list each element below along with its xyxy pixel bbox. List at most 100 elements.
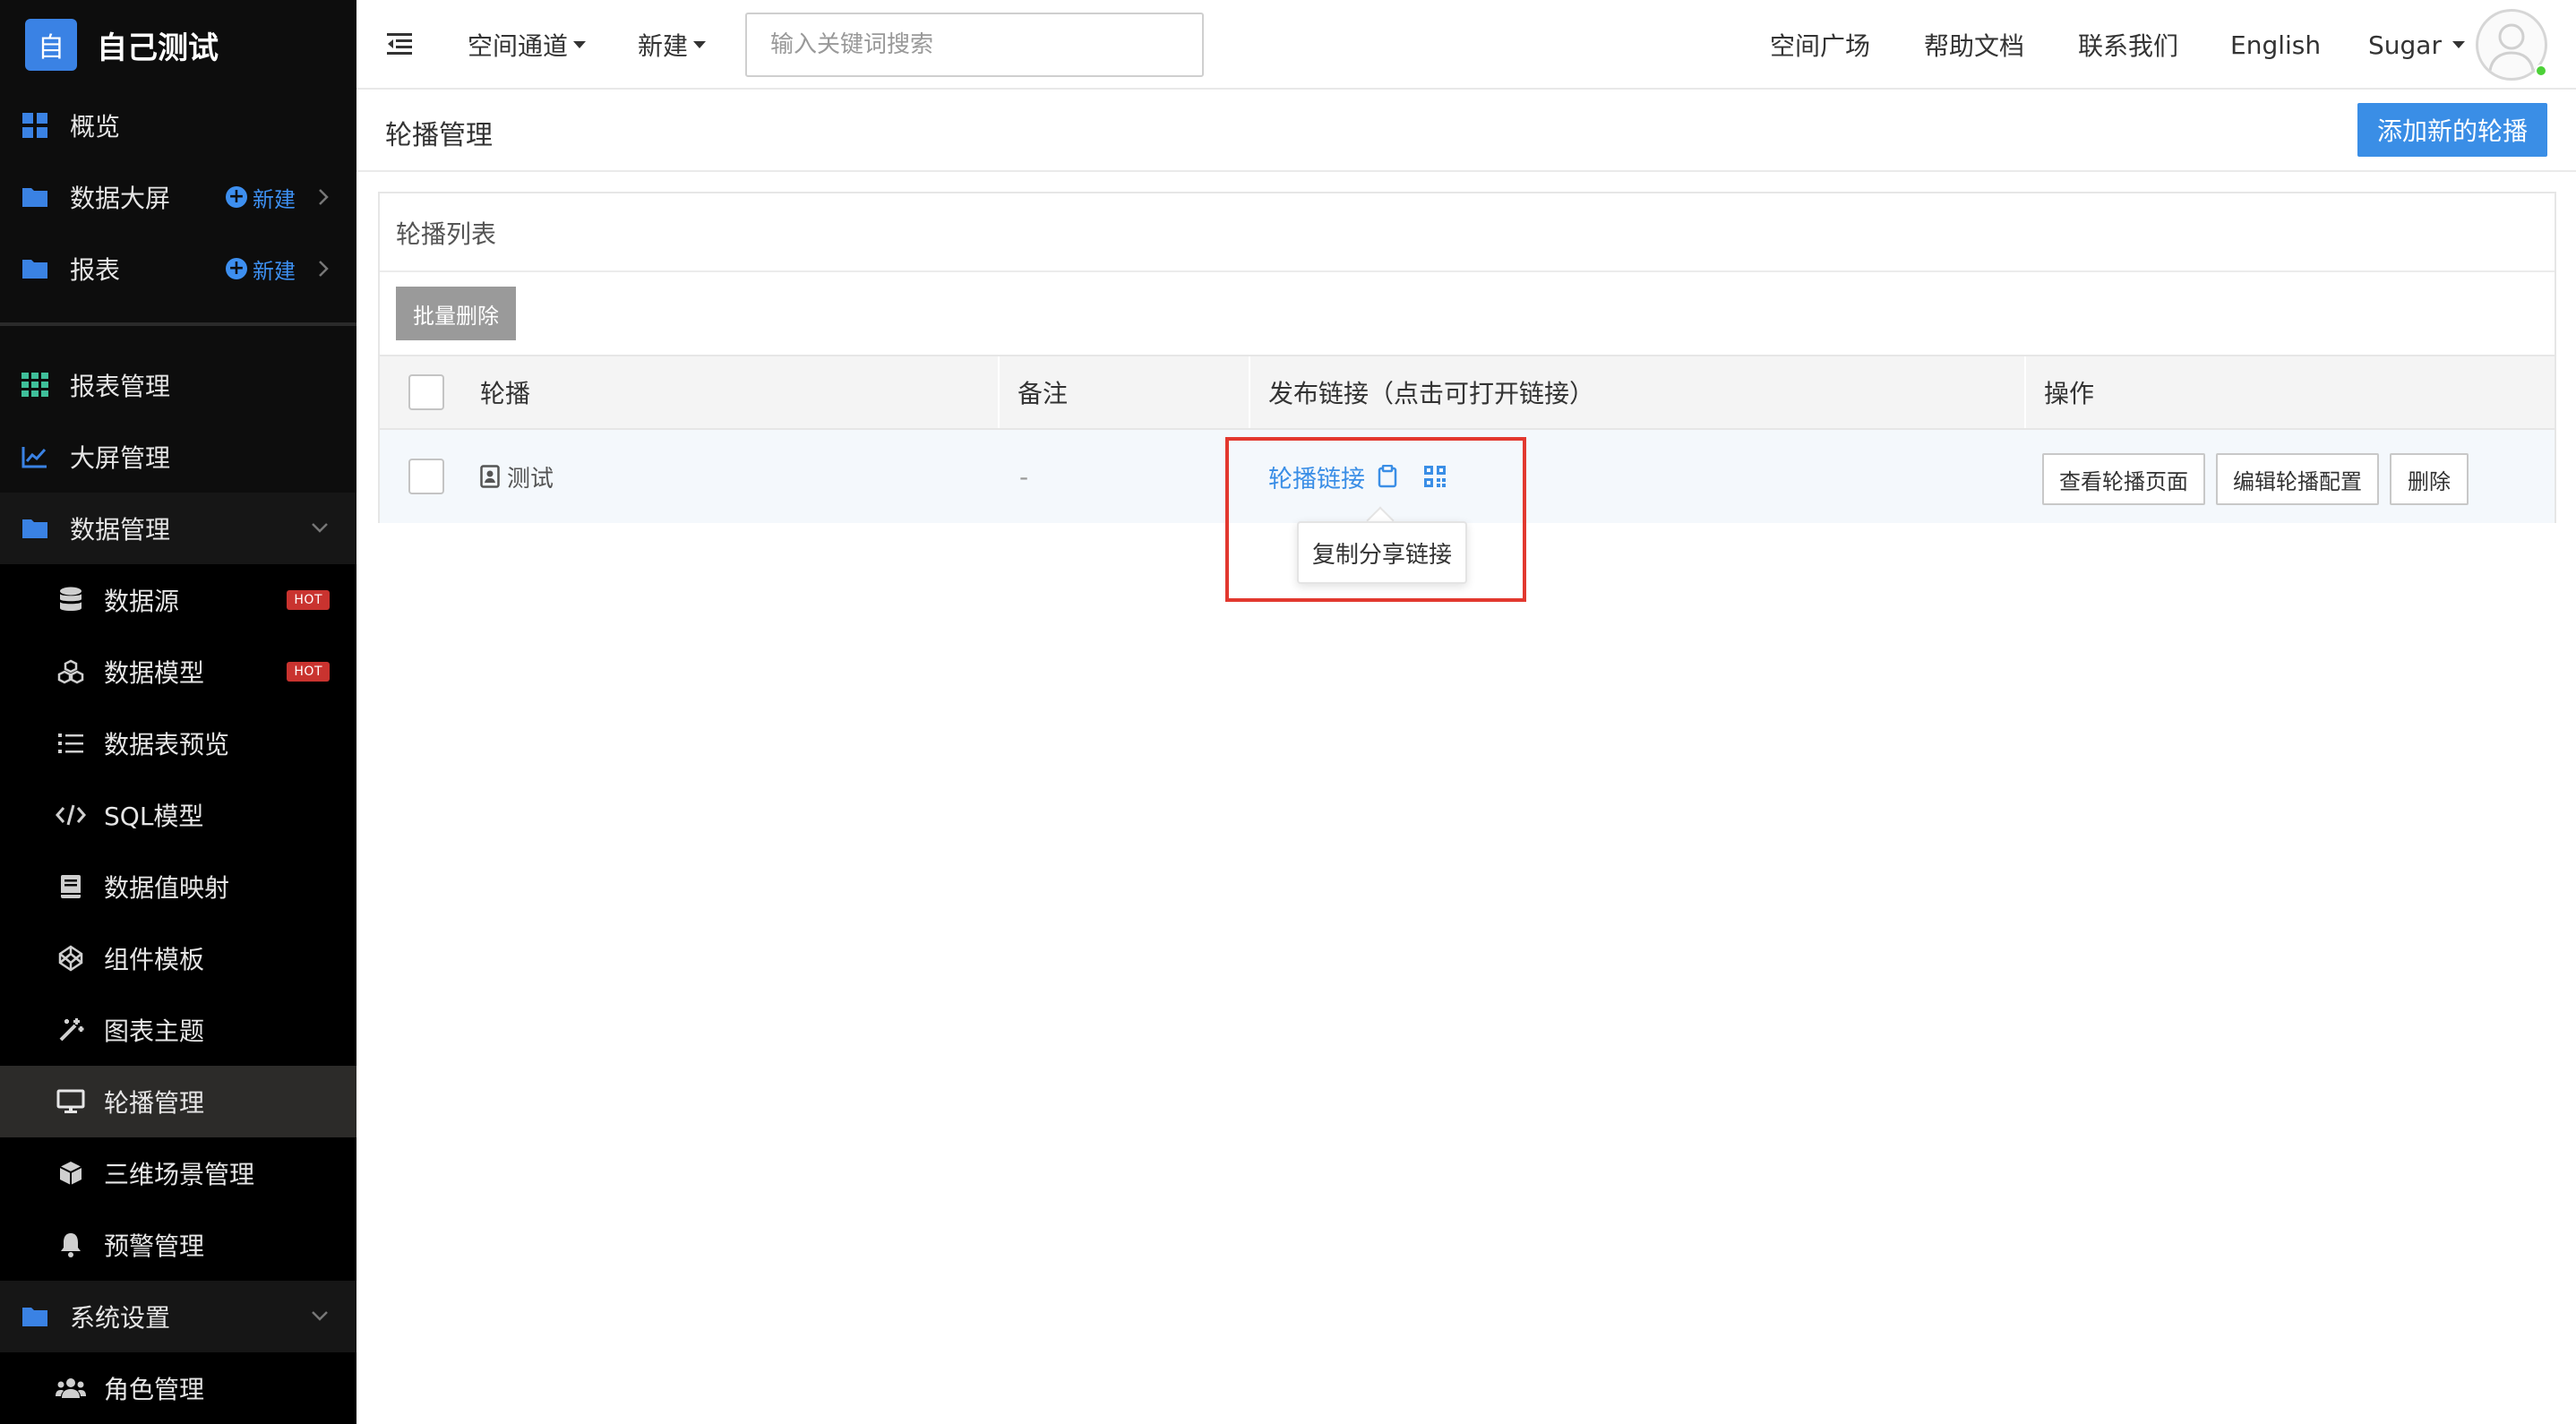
sidebar-item-value-mapping[interactable]: 数据值映射 (0, 851, 356, 922)
sidebar-item-data-screen[interactable]: 数据大屏 + 新建 (0, 161, 356, 233)
select-all-checkbox-cell (408, 356, 444, 428)
topbar: 空间通道 新建 空间广场 帮助文档 联系我们 English Sugar (356, 0, 2576, 90)
new-report-button[interactable]: + 新建 (226, 233, 296, 305)
sidebar-item-overview[interactable]: 概览 (0, 90, 356, 161)
folder-icon (20, 182, 50, 212)
sidebar-item-label: 数据值映射 (104, 873, 230, 903)
sidebar-item-table-preview[interactable]: 数据表预览 (0, 708, 356, 779)
sidebar-item-data-model[interactable]: 数据模型 HOT (0, 636, 356, 708)
code-icon (56, 800, 86, 830)
sidebar-item-label: SQL模型 (104, 802, 204, 831)
row-checkbox-cell (408, 430, 444, 523)
list-icon (56, 728, 86, 759)
sidebar-item-carousel-management[interactable]: 轮播管理 (0, 1066, 356, 1137)
codepen-icon (56, 943, 86, 974)
hot-badge: HOT (287, 590, 330, 610)
sidebar-item-report-management[interactable]: 报表管理 (0, 349, 356, 421)
caret-down-icon (2451, 41, 2465, 48)
sidebar-item-label: 数据管理 (70, 515, 171, 545)
cubes-icon (56, 656, 86, 687)
bulk-delete-button[interactable]: 批量删除 (396, 287, 516, 340)
select-all-checkbox[interactable] (408, 374, 444, 410)
link-help-docs[interactable]: 帮助文档 (1924, 0, 2024, 90)
column-separator (2024, 356, 2026, 428)
sidebar-item-label: 组件模板 (104, 945, 205, 974)
column-header-remark: 备注 (1018, 379, 1069, 408)
users-icon (56, 1373, 86, 1403)
panel-divider (380, 270, 2555, 272)
delete-button[interactable]: 删除 (2390, 453, 2469, 505)
panel-title: 轮播列表 (396, 219, 497, 249)
user-menu[interactable]: Sugar (2368, 0, 2465, 90)
new-data-screen-button[interactable]: + 新建 (226, 161, 296, 233)
sidebar-toggle-icon[interactable] (387, 32, 412, 56)
folder-icon (20, 513, 50, 544)
row-checkbox[interactable] (408, 459, 444, 494)
grid-icon (20, 110, 50, 141)
plus-circle-icon: + (226, 186, 247, 208)
brand-logo: 自 (25, 19, 77, 71)
sidebar-item-label: 三维场景管理 (104, 1160, 255, 1189)
edit-carousel-config-button[interactable]: 编辑轮播配置 (2216, 453, 2379, 505)
column-header-carousel: 轮播 (480, 379, 531, 408)
bell-icon (56, 1230, 86, 1260)
sidebar-item-label: 数据源 (104, 587, 180, 616)
space-channel-dropdown[interactable]: 空间通道 (468, 0, 587, 90)
sidebar-item-data-source[interactable]: 数据源 HOT (0, 564, 356, 636)
new-dropdown[interactable]: 新建 (638, 0, 707, 90)
search-input[interactable] (745, 13, 1204, 77)
link-english[interactable]: English (2230, 0, 2321, 90)
page-title: 轮播管理 (385, 120, 493, 151)
online-status-dot (2535, 64, 2547, 77)
page-header: 轮播管理 添加新的轮播 (356, 91, 2576, 172)
column-header-publish-link: 发布链接（点击可打开链接） (1268, 379, 1595, 408)
sidebar-item-data-management[interactable]: 数据管理 (0, 493, 356, 564)
column-header-actions: 操作 (2044, 379, 2095, 408)
sidebar-item-label: 预警管理 (104, 1231, 205, 1261)
sidebar-item-component-template[interactable]: 组件模板 (0, 922, 356, 994)
link-space-square[interactable]: 空间广场 (1770, 0, 1870, 90)
highlight-box (1225, 437, 1526, 602)
chevron-right-icon (317, 186, 330, 208)
sidebar-item-role-management[interactable]: 角色管理 (0, 1352, 356, 1424)
caret-down-icon (693, 41, 707, 48)
sidebar-item-label: 轮播管理 (104, 1088, 205, 1118)
sidebar-item-label: 数据模型 (104, 658, 205, 688)
sidebar-item-system-settings[interactable]: 系统设置 (0, 1281, 356, 1352)
book-icon (56, 871, 86, 902)
sidebar-item-label: 系统设置 (70, 1303, 171, 1333)
sidebar-item-alert-management[interactable]: 预警管理 (0, 1209, 356, 1281)
chevron-down-icon (310, 1309, 330, 1322)
cube-icon (56, 1158, 86, 1188)
column-separator (998, 356, 1000, 428)
carousel-name: 测试 (507, 465, 554, 493)
sidebar: 自 自己测试 概览 数据大屏 + 新建 报表 + 新建 报表管理 大屏管理 数据… (0, 0, 356, 1424)
caret-down-icon (573, 41, 587, 48)
sidebar-item-label: 数据大屏 (70, 184, 171, 213)
sidebar-item-label: 角色管理 (104, 1375, 205, 1404)
sidebar-item-label: 报表管理 (70, 372, 171, 401)
sidebar-item-label: 图表主题 (104, 1017, 205, 1046)
sidebar-divider (0, 322, 356, 326)
plus-circle-icon: + (226, 258, 247, 279)
hot-badge: HOT (287, 662, 330, 682)
link-contact-us[interactable]: 联系我们 (2078, 0, 2178, 90)
folder-icon (20, 253, 50, 284)
sidebar-item-report[interactable]: 报表 + 新建 (0, 233, 356, 305)
sidebar-item-sql-model[interactable]: SQL模型 (0, 779, 356, 851)
sidebar-item-screen-management[interactable]: 大屏管理 (0, 421, 356, 493)
monitor-icon (56, 1086, 86, 1117)
folder-icon (20, 1301, 50, 1332)
sidebar-item-chart-theme[interactable]: 图表主题 (0, 994, 356, 1066)
chevron-down-icon (310, 521, 330, 534)
sidebar-item-3d-scene[interactable]: 三维场景管理 (0, 1137, 356, 1209)
chart-line-icon (20, 442, 50, 472)
chevron-right-icon (317, 258, 330, 279)
carousel-name-cell: 测试 (480, 430, 554, 523)
database-icon (56, 585, 86, 615)
view-carousel-page-button[interactable]: 查看轮播页面 (2042, 453, 2205, 505)
sidebar-item-label: 大屏管理 (70, 443, 171, 473)
add-carousel-button[interactable]: 添加新的轮播 (2357, 103, 2547, 157)
magic-wand-icon (56, 1015, 86, 1045)
brand[interactable]: 自 自己测试 (0, 0, 356, 90)
